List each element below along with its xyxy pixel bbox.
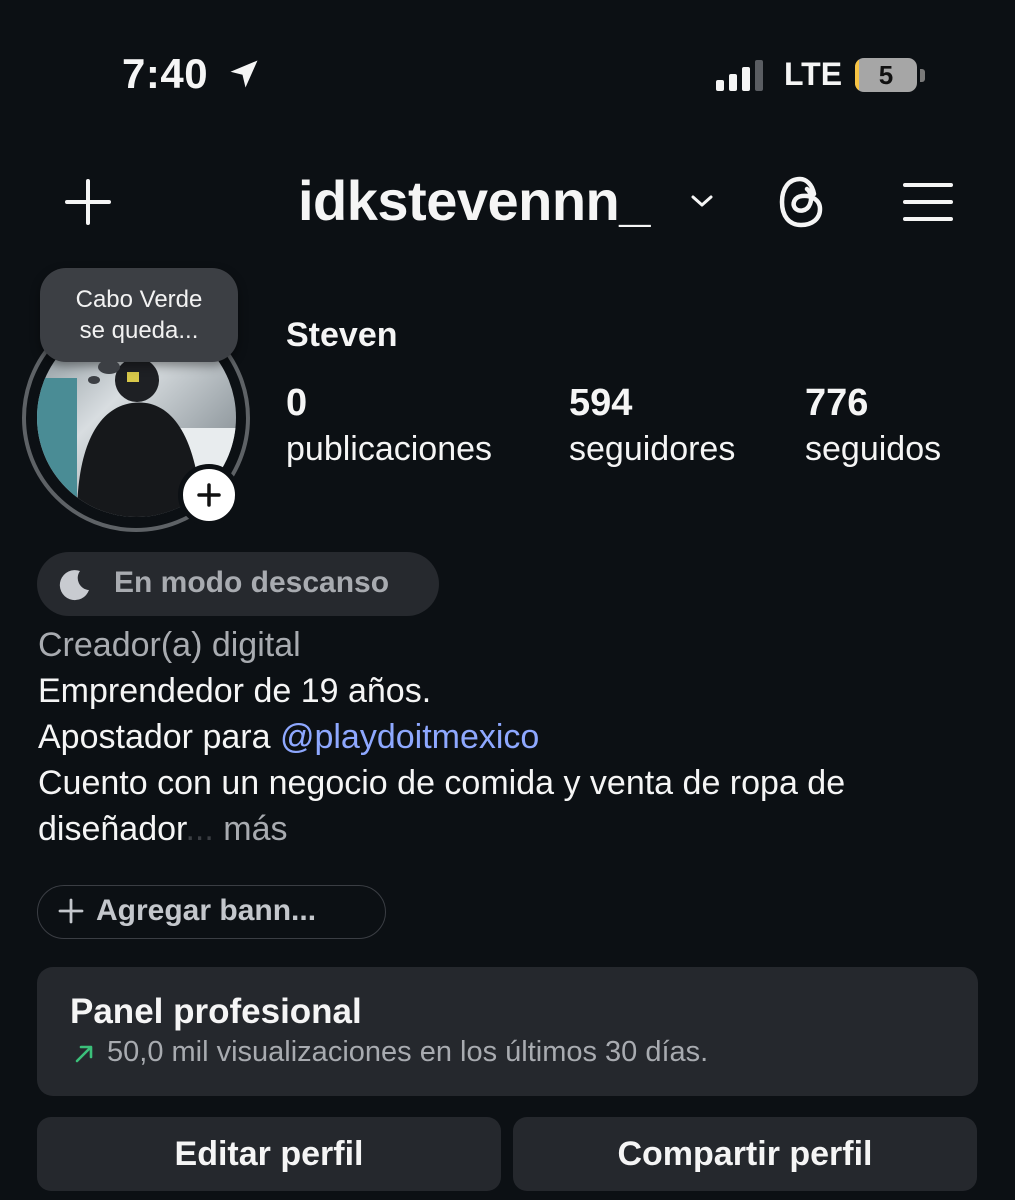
display-name: Steven [286, 316, 398, 354]
add-banner-label: Agregar bann... [96, 894, 317, 927]
bio-text: diseñador [38, 810, 186, 848]
cellular-signal-icon [716, 60, 763, 91]
note-tail [98, 360, 120, 374]
followers-count[interactable]: 594 [569, 382, 632, 425]
battery-icon: 5 [855, 58, 917, 92]
followers-label[interactable]: seguidores [569, 430, 735, 469]
posts-count[interactable]: 0 [286, 382, 307, 425]
bio-text: Apostador para [38, 718, 280, 756]
bio-line-truncated: diseñador... más [38, 810, 288, 849]
edit-profile-button[interactable]: Editar perfil [37, 1117, 501, 1191]
following-count[interactable]: 776 [805, 382, 868, 425]
bio-ellipsis: ... [185, 810, 214, 848]
note-text: Cabo Verde se queda... [75, 286, 203, 344]
panel-subtitle: 50,0 mil visualizaciones en los últimos … [107, 1036, 709, 1068]
battery-level: 5 [878, 59, 894, 90]
add-story-button[interactable] [178, 464, 240, 526]
note-tail-small [88, 376, 100, 384]
panel-title: Panel profesional [70, 992, 362, 1031]
location-arrow-icon [230, 60, 258, 88]
plus-icon [58, 898, 84, 924]
chevron-down-icon[interactable] [690, 191, 714, 211]
more-link[interactable]: más [214, 810, 287, 848]
battery-tip [920, 69, 925, 82]
bio-line: Cuento con un negocio de comida y venta … [38, 764, 846, 802]
moon-icon [59, 570, 89, 601]
status-time: 7:40 [122, 50, 209, 97]
following-label[interactable]: seguidos [805, 430, 941, 469]
plus-icon[interactable] [64, 178, 112, 226]
username[interactable]: idkstevennn_ [298, 168, 650, 233]
network-type: LTE [784, 56, 843, 92]
share-profile-button[interactable]: Compartir perfil [513, 1117, 977, 1191]
menu-icon[interactable] [902, 180, 954, 224]
note-bubble[interactable]: Cabo Verde se queda... [40, 268, 238, 362]
posts-label[interactable]: publicaciones [286, 430, 492, 469]
threads-icon[interactable] [776, 174, 830, 230]
trend-up-arrow-icon [75, 1045, 93, 1063]
profile-category: Creador(a) digital [38, 626, 301, 664]
bio-line: Emprendedor de 19 años. [38, 672, 432, 710]
rest-mode-label: En modo descanso [114, 566, 390, 599]
bio-line-mention: Apostador para @playdoitmexico [38, 718, 539, 757]
add-story-plus-icon [197, 483, 221, 507]
mention-link[interactable]: @playdoitmexico [280, 718, 539, 756]
